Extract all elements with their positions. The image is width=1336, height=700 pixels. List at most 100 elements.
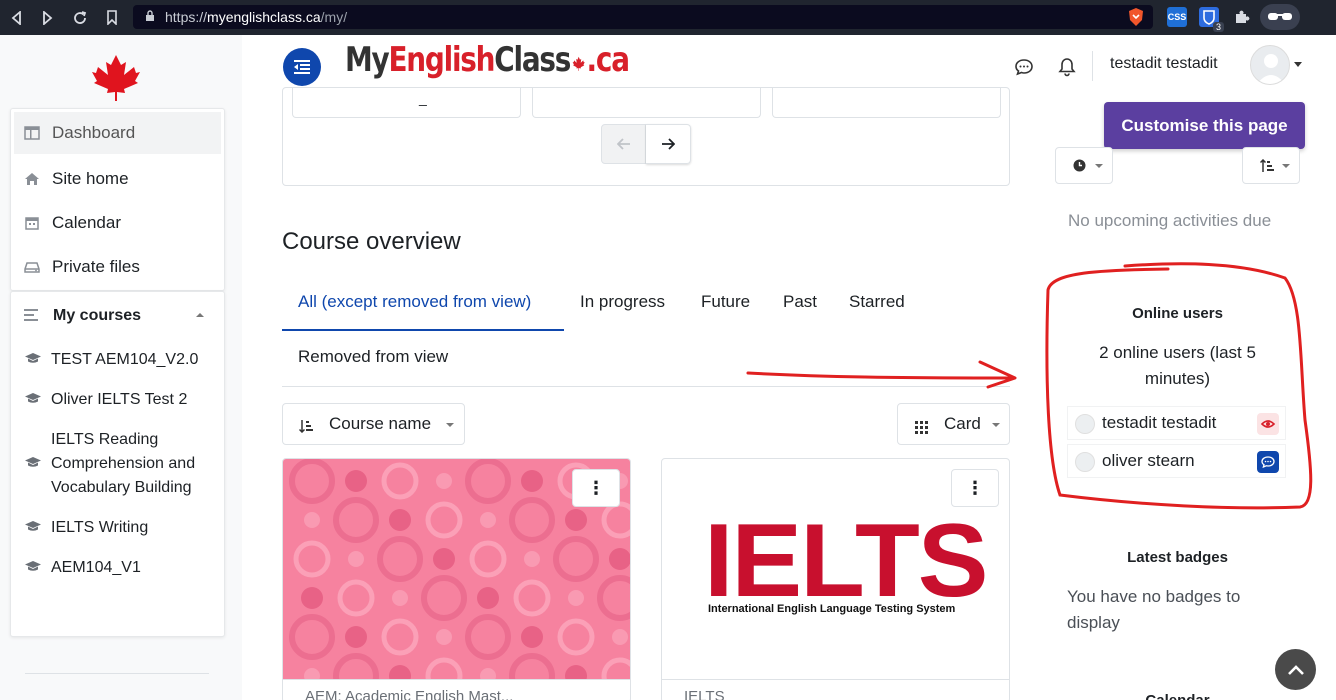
tab-starred[interactable]: Starred: [849, 292, 905, 312]
chevron-down-icon[interactable]: [1294, 62, 1302, 67]
course-card-menu-button[interactable]: ⋮: [572, 469, 620, 507]
forward-icon[interactable]: [32, 0, 64, 35]
nav-site-home-label: Site home: [52, 169, 129, 188]
recent-course-text: _: [419, 90, 427, 106]
home-icon: [24, 171, 40, 187]
url-scheme: https://: [165, 9, 208, 25]
logo-maple-leaf-icon: [572, 40, 585, 71]
calendar-icon: [24, 215, 40, 231]
my-courses-nav: My courses TEST AEM104_V2.0 Oliver IELTS…: [10, 291, 225, 637]
brave-shield-icon[interactable]: [1126, 7, 1146, 27]
user-menu-name[interactable]: testadit testadit: [1110, 55, 1218, 73]
display-dropdown-label: Card: [944, 414, 981, 433]
puzzle-icon[interactable]: [1232, 7, 1252, 27]
drawer-toggle-button[interactable]: [283, 48, 321, 86]
graduation-cap-icon: [24, 348, 42, 372]
course-link[interactable]: Oliver IELTS Test 2: [11, 380, 224, 420]
next-page-button[interactable]: [646, 124, 691, 164]
chevron-down-icon: [1282, 164, 1290, 168]
timeline-filter-dropdown[interactable]: [1055, 147, 1113, 184]
chevron-down-icon: [446, 423, 454, 427]
recent-course-card[interactable]: _: [292, 88, 521, 118]
course-link[interactable]: TEST AEM104_V2.0: [11, 340, 224, 380]
message-icon[interactable]: [1257, 451, 1279, 473]
course-link[interactable]: IELTS Writing: [11, 508, 224, 548]
tab-all-except-removed[interactable]: All (except removed from view): [298, 292, 531, 312]
graduation-cap-icon: [24, 452, 42, 476]
extension-css-icon[interactable]: CSS: [1167, 7, 1187, 27]
nav-calendar-label: Calendar: [52, 213, 121, 232]
previous-page-button[interactable]: [601, 124, 646, 164]
latest-badges-title: Latest badges: [1127, 549, 1228, 566]
ielts-logo-text: IELTS: [704, 503, 989, 619]
address-bar[interactable]: https://myenglishclass.ca/my/: [133, 5, 1153, 29]
sort-dropdown[interactable]: Course name: [282, 403, 465, 445]
nav-site-home[interactable]: Site home: [11, 157, 224, 201]
bookmark-icon[interactable]: [96, 0, 128, 35]
left-drawer: Dashboard Site home Calendar Private fil…: [0, 35, 242, 700]
my-courses-toggle[interactable]: My courses: [11, 292, 224, 340]
customise-page-button[interactable]: Customise this page: [1104, 102, 1305, 149]
extension-count-badge: 3: [1212, 22, 1224, 32]
online-user-row[interactable]: oliver stearn: [1067, 444, 1286, 478]
recent-course-card[interactable]: [772, 88, 1001, 118]
scroll-to-top-button[interactable]: [1275, 649, 1316, 690]
course-card-title[interactable]: IELTS: [662, 679, 1009, 700]
logo-english: English: [388, 40, 495, 80]
logo-my: My: [345, 40, 390, 80]
display-dropdown[interactable]: Card: [897, 403, 1010, 445]
course-link-label: Oliver IELTS Test 2: [51, 391, 188, 408]
course-card[interactable]: ⋮ AEM: Academic English Mast...: [282, 458, 631, 700]
chevron-down-icon: [1095, 164, 1103, 168]
timeline-sort-dropdown[interactable]: [1242, 147, 1300, 184]
tab-past[interactable]: Past: [783, 292, 817, 312]
online-user-name: testadit testadit: [1102, 413, 1217, 432]
site-logo[interactable]: My English Class .ca: [345, 40, 630, 84]
sort-icon: [1259, 158, 1274, 178]
course-card-menu-button[interactable]: ⋮: [951, 469, 999, 507]
nav-dashboard[interactable]: Dashboard: [14, 112, 221, 154]
recent-pager: [601, 124, 691, 164]
nav-calendar[interactable]: Calendar: [11, 201, 224, 245]
grid-icon: [915, 419, 928, 439]
graduation-cap-icon: [24, 388, 42, 412]
profile-icon[interactable]: [1260, 4, 1300, 30]
online-user-name: oliver stearn: [1102, 451, 1195, 470]
lock-icon: [145, 9, 155, 25]
user-avatar[interactable]: [1250, 45, 1290, 85]
reload-icon[interactable]: [64, 0, 96, 35]
logo-ca: .ca: [586, 40, 630, 80]
tab-removed-from-view[interactable]: Removed from view: [298, 347, 448, 367]
nav-dashboard-label: Dashboard: [52, 123, 136, 142]
eye-icon[interactable]: [1257, 413, 1279, 435]
chevron-down-icon: [992, 423, 1000, 427]
user-avatar: [1075, 452, 1095, 472]
notifications-bell-icon[interactable]: [1057, 57, 1077, 77]
nav-private-files[interactable]: Private files: [11, 245, 224, 289]
nav-private-files-label: Private files: [52, 257, 140, 276]
dashboard-icon: [24, 125, 40, 141]
course-overview-title: Course overview: [282, 228, 461, 255]
messages-icon[interactable]: [1014, 57, 1034, 77]
maple-leaf-icon: [90, 53, 142, 101]
main-region: _ Course overview All (except removed fr…: [242, 87, 1036, 700]
course-filter-tabs: All (except removed from view) In progre…: [282, 278, 1010, 387]
tab-in-progress[interactable]: In progress: [580, 292, 665, 312]
online-users-count: 2 online users (last 5 minutes): [1099, 343, 1256, 388]
course-card[interactable]: IELTS International English Language Tes…: [661, 458, 1010, 700]
clock-icon: [1073, 159, 1086, 177]
tab-future[interactable]: Future: [701, 292, 750, 312]
course-link[interactable]: AEM104_V1: [11, 548, 224, 588]
graduation-cap-icon: [24, 516, 42, 540]
course-link[interactable]: IELTS Reading Comprehension and Vocabula…: [11, 420, 224, 508]
online-user-row[interactable]: testadit testadit: [1067, 406, 1286, 440]
latest-badges-empty-text: You have no badges to display: [1067, 587, 1241, 632]
recent-course-card[interactable]: [532, 88, 761, 118]
course-link-label: TEST AEM104_V2.0: [51, 351, 199, 368]
primary-nav: Dashboard Site home Calendar Private fil…: [10, 108, 225, 291]
back-icon[interactable]: [0, 0, 32, 35]
course-link-label: IELTS Writing: [51, 519, 149, 536]
extension-bitwarden-icon[interactable]: 3: [1199, 7, 1224, 32]
logo-class: Class: [494, 40, 571, 80]
course-card-title[interactable]: AEM: Academic English Mast...: [283, 679, 630, 700]
